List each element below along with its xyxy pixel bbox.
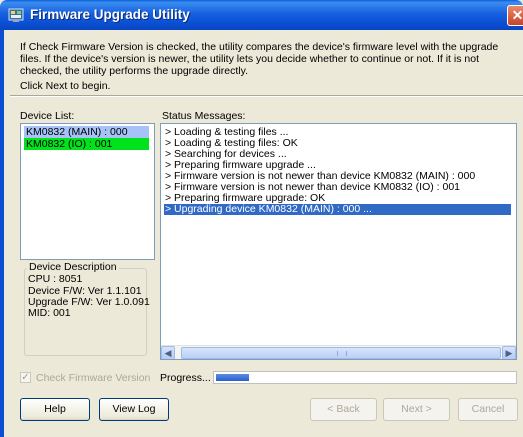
help-button[interactable]: Help — [20, 398, 90, 421]
chevron-right-icon: ▶ — [505, 348, 513, 358]
window-title: Firmware Upgrade Utility — [30, 7, 190, 22]
click-next-hint: Click Next to begin. — [20, 80, 111, 92]
status-messages-label: Status Messages: — [162, 110, 246, 122]
horizontal-scrollbar[interactable]: ◀ ▶ — [161, 345, 516, 359]
close-icon: ✕ — [511, 7, 523, 23]
scroll-right-button[interactable]: ▶ — [502, 346, 516, 359]
check-firmware-version-checkbox[interactable]: ✓ — [20, 372, 31, 383]
check-firmware-version-label: Check Firmware Version — [36, 372, 151, 384]
device-list-label: Device List: — [20, 110, 75, 122]
progress-label: Progress... — [160, 372, 211, 384]
status-message: > Upgrading device KM0832 (MAIN) : 000 .… — [164, 204, 511, 215]
scrollbar-grip-icon — [337, 351, 347, 356]
title-bar[interactable]: Firmware Upgrade Utility ✕ — [0, 0, 523, 30]
cancel-button[interactable]: Cancel — [458, 398, 518, 421]
device-description-title: Device Description — [27, 261, 119, 273]
device-description-group: Device Description CPU : 8051 Device F/W… — [20, 260, 155, 360]
device-list[interactable]: KM0832 (MAIN) : 000 KM0832 (IO) : 001 — [20, 123, 155, 260]
view-log-button[interactable]: View Log — [99, 398, 169, 421]
close-button[interactable]: ✕ — [507, 5, 523, 26]
instructions-text: If Check Firmware Version is checked, th… — [20, 41, 499, 77]
device-cpu: CPU : 8051 — [28, 273, 83, 285]
progress-bar — [213, 371, 517, 384]
checkmark-icon: ✓ — [21, 372, 30, 383]
status-messages-list[interactable]: > Loading & testing files ... > Loading … — [160, 123, 517, 360]
chevron-left-icon: ◀ — [164, 348, 172, 358]
back-button[interactable]: < Back — [310, 398, 377, 421]
scroll-left-button[interactable]: ◀ — [161, 346, 175, 359]
firmware-utility-icon — [8, 8, 24, 22]
device-item[interactable]: KM0832 (IO) : 001 — [24, 138, 149, 150]
header-divider — [10, 95, 523, 97]
next-button[interactable]: Next > — [383, 398, 450, 421]
device-mid: MID: 001 — [28, 307, 71, 319]
device-item[interactable]: KM0832 (MAIN) : 000 — [24, 126, 149, 138]
scrollbar-thumb[interactable] — [181, 347, 501, 359]
progress-fill — [216, 374, 249, 381]
firmware-upgrade-window: Firmware Upgrade Utility ✕ If Check Firm… — [0, 0, 523, 437]
window-frame-left — [0, 30, 4, 437]
